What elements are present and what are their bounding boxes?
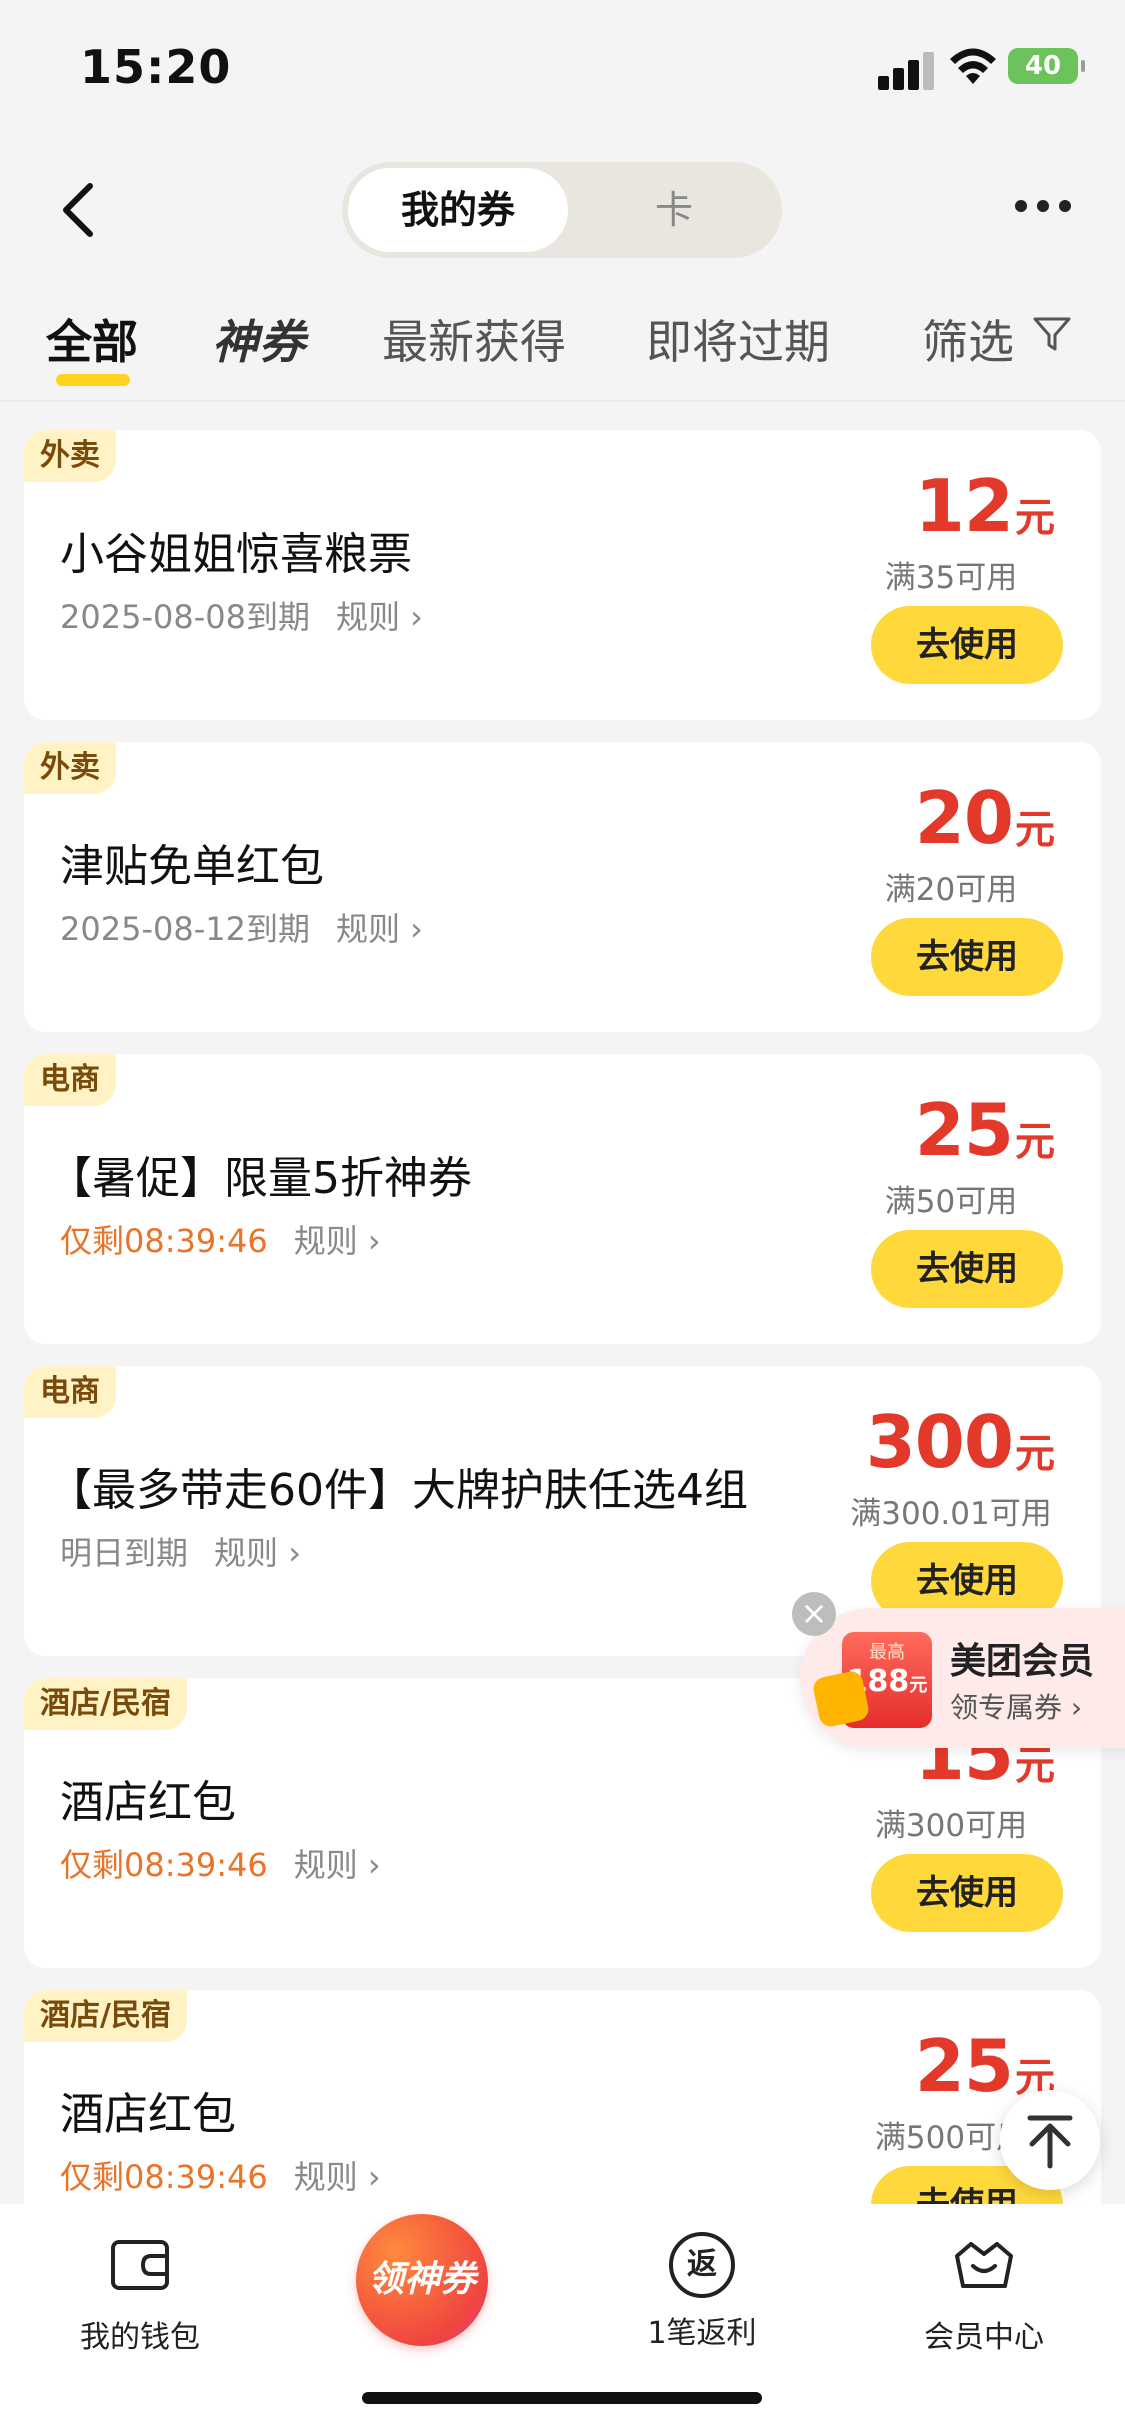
coupon-category-badge: 外卖 xyxy=(24,430,116,482)
coupon-condition: 满300可用 xyxy=(874,1808,1028,1844)
nav-member-center[interactable]: 会员中心 xyxy=(884,2232,1084,2356)
coupon-rule-link[interactable]: 规则 › xyxy=(294,2158,381,2196)
coupon-title: 酒店红包 xyxy=(60,1777,236,1828)
coupon-expiry: 2025-08-12到期 xyxy=(60,910,310,948)
coupon-condition: 满20可用 xyxy=(884,872,1018,908)
promo-badge-unit: 元 xyxy=(909,1675,928,1696)
coupon-card[interactable]: 外卖 小谷姐姐惊喜粮票 2025-08-08到期 规则 › 12元 满35可用 去… xyxy=(24,430,1101,720)
coupon-expiry: 2025-08-08到期 xyxy=(60,598,310,636)
coupon-category-badge: 电商 xyxy=(24,1366,116,1418)
coupon-title: 小谷姐姐惊喜粮票 xyxy=(60,529,412,580)
coupon-meta: 仅剩08:39:46 规则 › xyxy=(60,1840,381,1886)
battery-level: 40 xyxy=(1024,51,1062,81)
coupon-meta: 2025-08-08到期 规则 › xyxy=(60,592,423,638)
home-indicator xyxy=(362,2392,762,2404)
status-bar: 15:20 40 xyxy=(0,0,1125,140)
coupon-category-badge: 电商 xyxy=(24,1054,116,1106)
promo-subtitle: 领专属券 › xyxy=(950,1691,1083,1724)
tab-filter[interactable]: 筛选 xyxy=(922,306,1014,372)
nav-wallet-label: 我的钱包 xyxy=(80,2320,200,2355)
coupon-rule-link[interactable]: 规则 › xyxy=(214,1534,301,1572)
header: 我的券 卡 xyxy=(0,140,1125,280)
member-promo-float[interactable]: 最高 188元 美团会员 领专属券 › xyxy=(800,1608,1125,1748)
coupon-category-badge: 酒店/民宿 xyxy=(24,1678,187,1730)
coupon-rule-link[interactable]: 规则 › xyxy=(294,1846,381,1884)
cellular-signal-icon xyxy=(878,50,936,90)
back-arrow-icon[interactable] xyxy=(50,180,110,240)
coupon-amount: 300元 xyxy=(865,1400,1055,1484)
nav-wallet[interactable]: 我的钱包 xyxy=(40,2232,240,2356)
crown-basket-icon xyxy=(955,2242,1013,2288)
promo-badge-top: 最高 xyxy=(869,1642,905,1663)
coupon-meta: 仅剩08:39:46 规则 › xyxy=(60,2152,381,2198)
coupon-countdown: 仅剩08:39:46 xyxy=(60,1846,268,1884)
coupon-expiry: 明日到期 xyxy=(60,1534,189,1572)
coupon-condition: 满50可用 xyxy=(884,1184,1018,1220)
use-coupon-button[interactable]: 去使用 xyxy=(871,918,1063,996)
promo-title: 美团会员 xyxy=(950,1641,1095,1682)
coupon-countdown: 仅剩08:39:46 xyxy=(60,2158,268,2196)
coupon-amount: 12元 xyxy=(914,464,1055,548)
coupon-meta: 明日到期 规则 › xyxy=(60,1528,301,1574)
coupon-category-badge: 酒店/民宿 xyxy=(24,1990,187,2042)
nav-rebate[interactable]: 返 1笔返利 xyxy=(602,2232,802,2352)
coupon-countdown: 仅剩08:39:46 xyxy=(60,1222,268,1260)
coupon-card[interactable]: 电商 【暑促】限量5折神券 仅剩08:39:46 规则 › 25元 满50可用 去… xyxy=(24,1054,1101,1344)
use-coupon-button[interactable]: 去使用 xyxy=(871,1230,1063,1308)
coupon-rule-link[interactable]: 规则 › xyxy=(294,1222,381,1260)
segment-switch: 我的券 卡 xyxy=(342,162,782,258)
tab-special-coupons[interactable]: 神券 xyxy=(212,306,306,372)
nav-rebate-label: 1笔返利 xyxy=(647,2316,757,2351)
coupon-rule-link[interactable]: 规则 › xyxy=(336,910,423,948)
battery-icon: 40 xyxy=(1008,48,1085,84)
close-icon[interactable]: × xyxy=(792,1592,836,1636)
coupon-amount: 20元 xyxy=(914,776,1055,860)
coupon-amount: 25元 xyxy=(914,1088,1055,1172)
tab-newest[interactable]: 最新获得 xyxy=(382,306,566,372)
coupon-category-badge: 外卖 xyxy=(24,742,116,794)
coupon-title: 【暑促】限量5折神券 xyxy=(48,1153,472,1204)
tab-expiring[interactable]: 即将过期 xyxy=(646,306,830,372)
filter-funnel-icon[interactable] xyxy=(1032,314,1072,354)
segment-my-coupons[interactable]: 我的券 xyxy=(348,168,568,252)
coupon-title: 【最多带走60件】大牌护肤任选4组 xyxy=(48,1465,748,1516)
wifi-icon xyxy=(950,48,996,84)
back-to-top-icon[interactable] xyxy=(1000,2090,1100,2190)
use-coupon-button[interactable]: 去使用 xyxy=(871,1854,1063,1932)
coupon-condition: 满300.01可用 xyxy=(850,1496,1052,1532)
use-coupon-button[interactable]: 去使用 xyxy=(871,606,1063,684)
filter-tabs: 全部 神券 最新获得 即将过期 筛选 xyxy=(0,290,1125,400)
coupon-meta: 仅剩08:39:46 规则 › xyxy=(60,1216,381,1262)
tabs-divider xyxy=(0,400,1125,402)
active-tab-indicator xyxy=(56,374,130,386)
coupon-title: 酒店红包 xyxy=(60,2089,236,2140)
coupon-card[interactable]: 外卖 津贴免单红包 2025-08-12到期 规则 › 20元 满20可用 去使用 xyxy=(24,742,1101,1032)
wallet-icon xyxy=(111,2240,169,2290)
get-coupons-button[interactable]: 领神券 xyxy=(356,2214,488,2346)
tab-all[interactable]: 全部 xyxy=(46,306,138,372)
coin-bag-icon xyxy=(811,1669,871,1729)
coupon-meta: 2025-08-12到期 规则 › xyxy=(60,904,423,950)
coupon-title: 津贴免单红包 xyxy=(60,841,324,892)
segment-cards[interactable]: 卡 xyxy=(572,168,776,252)
rebate-icon: 返 xyxy=(669,2232,735,2298)
nav-member-label: 会员中心 xyxy=(924,2320,1044,2355)
status-time: 15:20 xyxy=(80,40,232,94)
coupon-rule-link[interactable]: 规则 › xyxy=(336,598,423,636)
more-options-icon[interactable] xyxy=(1015,194,1071,218)
coupon-condition: 满35可用 xyxy=(884,560,1018,596)
